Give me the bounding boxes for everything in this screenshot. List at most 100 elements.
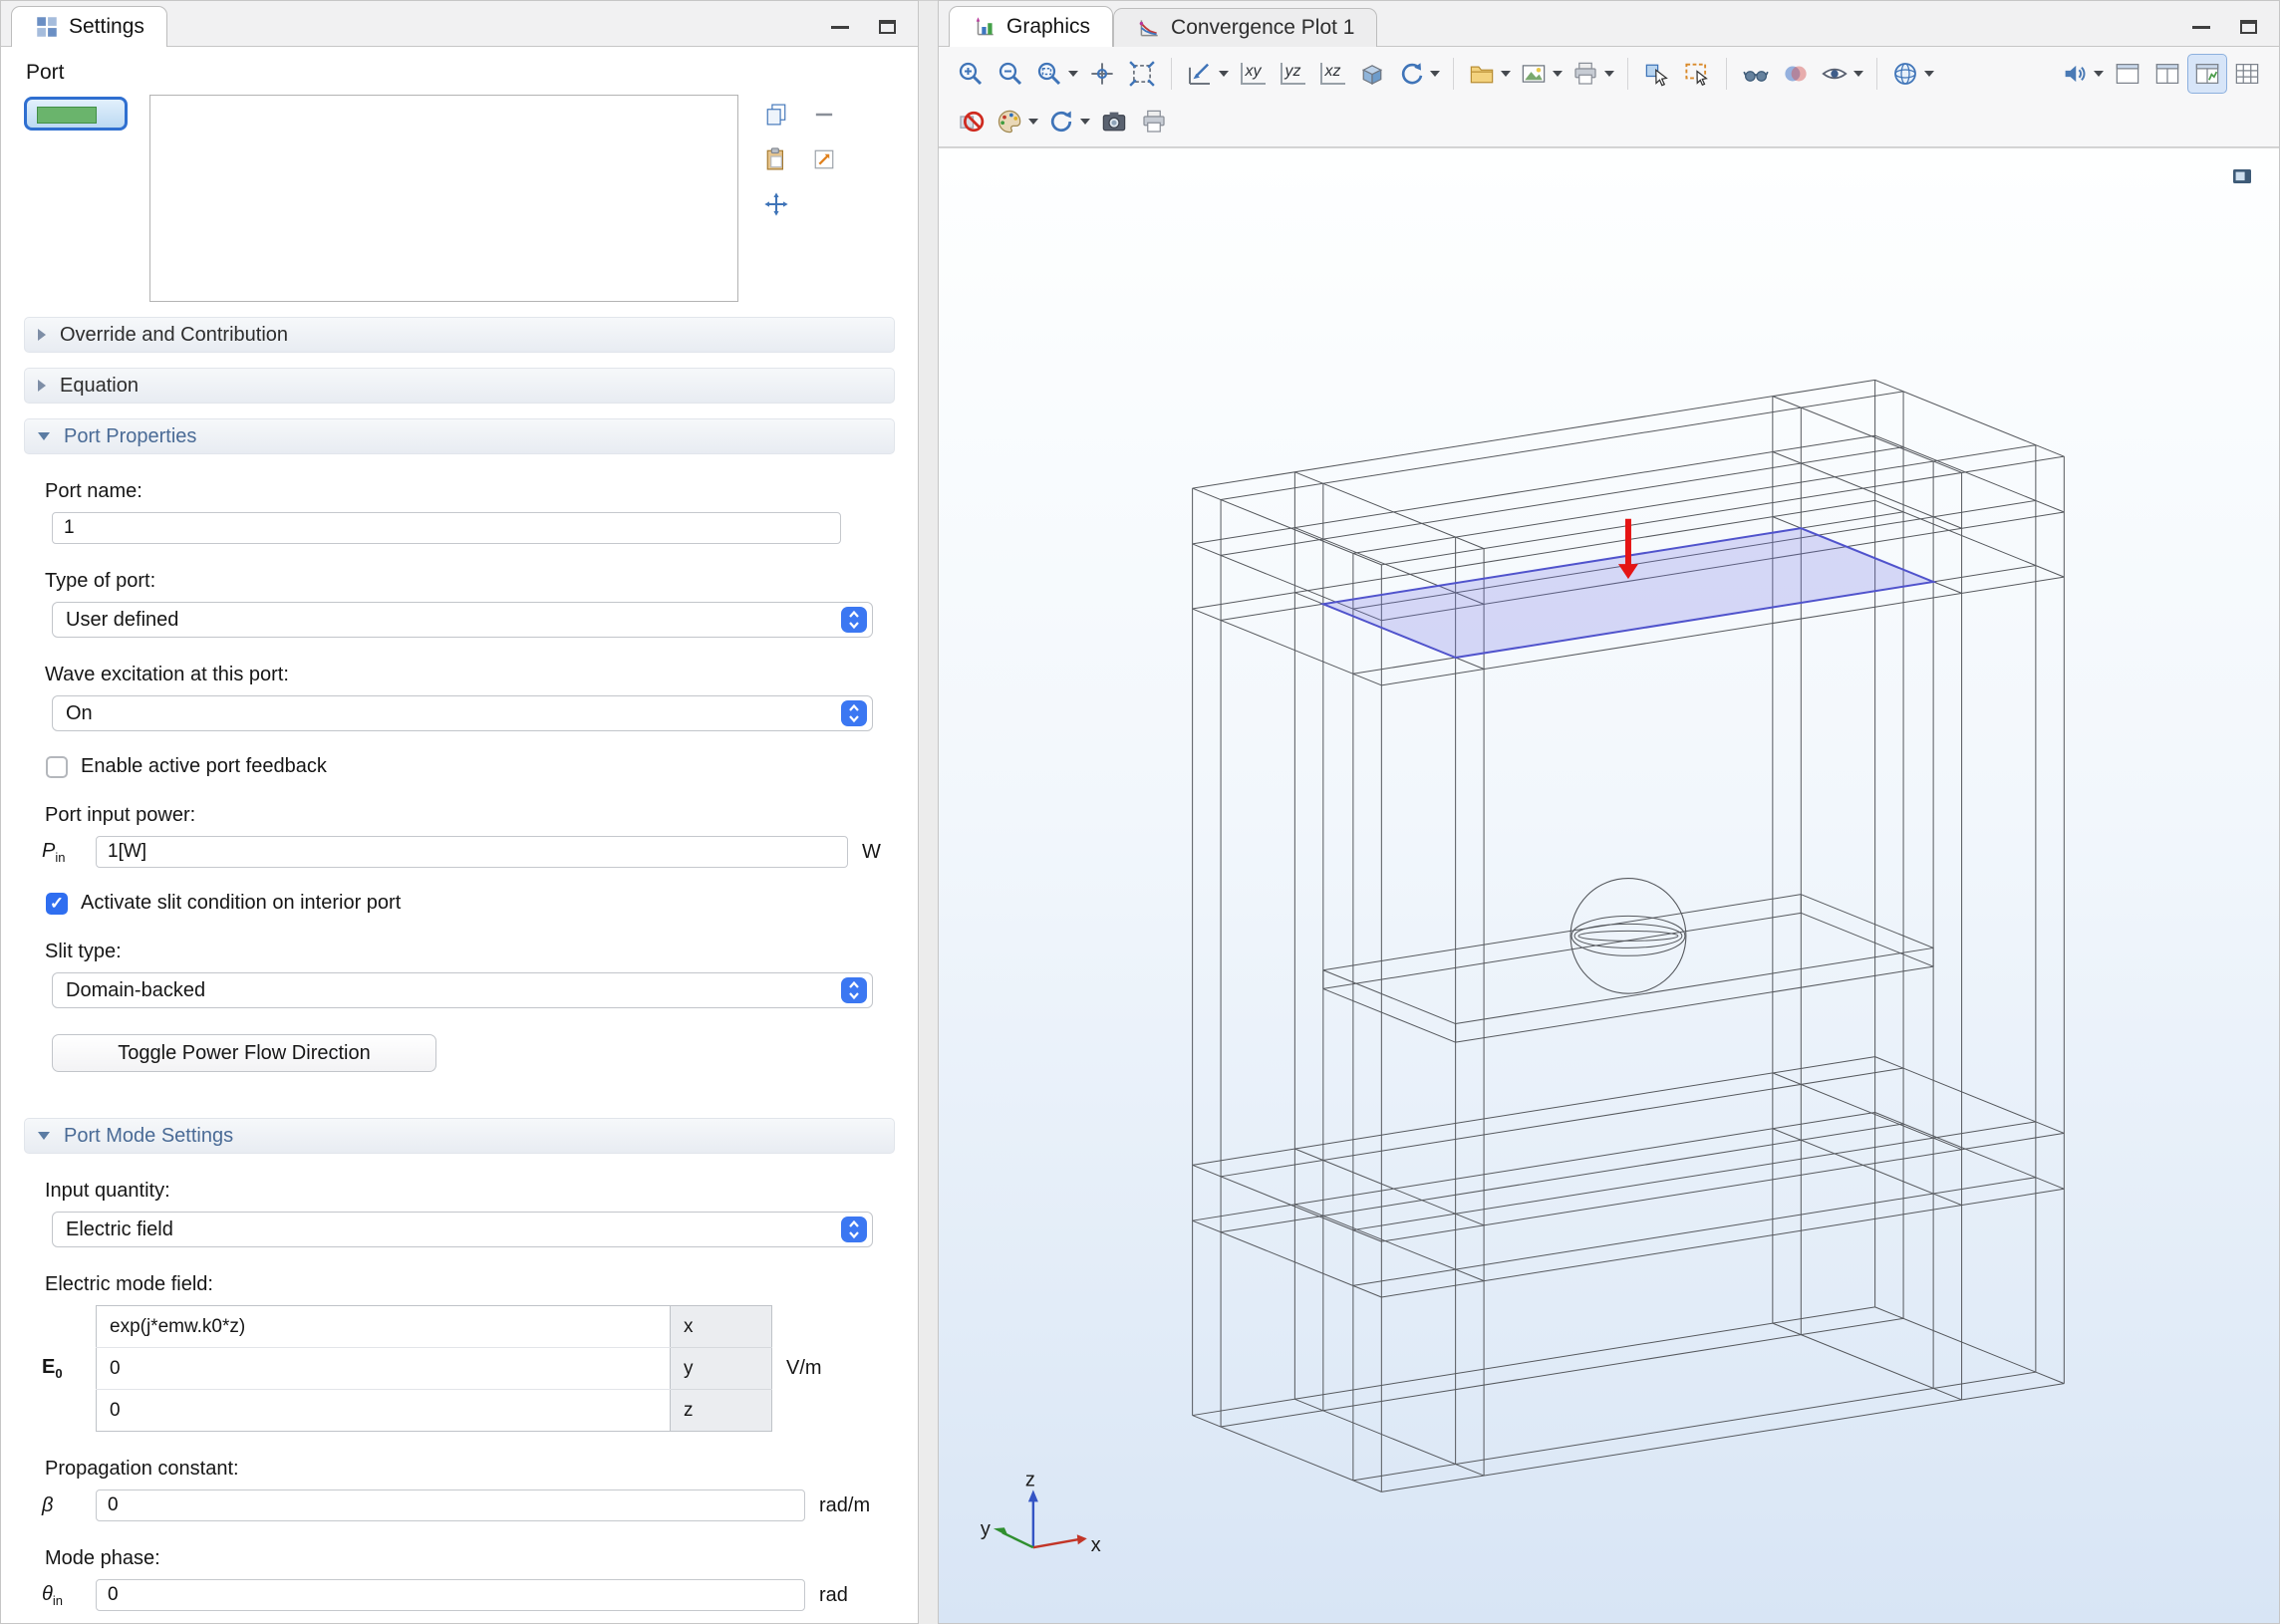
graphics-canvas[interactable]: zyx bbox=[939, 147, 2279, 1623]
port-name-input[interactable] bbox=[52, 512, 841, 544]
dropdown-caret-icon bbox=[1080, 119, 1090, 125]
zoom-box-button[interactable] bbox=[1030, 54, 1082, 94]
propagation-constant-input[interactable] bbox=[96, 1489, 805, 1521]
panel-divider[interactable] bbox=[919, 0, 938, 1624]
move-button[interactable] bbox=[752, 184, 800, 224]
view-xz-button[interactable]: xz bbox=[1312, 54, 1352, 94]
color-theme-button[interactable] bbox=[991, 102, 1042, 141]
scatterer-sphere[interactable] bbox=[1570, 879, 1686, 994]
wave-excitation-select[interactable]: On bbox=[52, 695, 873, 731]
port-input-power-symbol: Pin bbox=[42, 840, 82, 865]
layout-split-horizontal-button[interactable] bbox=[2147, 54, 2187, 94]
dropdown-caret-icon bbox=[1430, 71, 1440, 77]
enable-active-port-feedback-checkbox[interactable]: Enable active port feedback bbox=[46, 755, 885, 778]
port-input-power-input[interactable] bbox=[96, 836, 848, 868]
update-scene-button[interactable] bbox=[1042, 102, 1094, 141]
zoom-extents-icon bbox=[1127, 59, 1157, 89]
slit-type-select[interactable]: Domain-backed bbox=[52, 972, 873, 1008]
table-row[interactable]: 0 z bbox=[97, 1390, 772, 1432]
print-graphics-button[interactable] bbox=[1134, 102, 1174, 141]
scene-light-button[interactable] bbox=[1886, 54, 1938, 94]
view-hidden-button[interactable] bbox=[1816, 54, 1867, 94]
dropdown-caret-icon bbox=[1028, 119, 1038, 125]
activate-slit-condition-checkbox[interactable]: Activate slit condition on interior port bbox=[46, 892, 885, 915]
hide-objects-button[interactable] bbox=[1736, 54, 1776, 94]
section-port-properties[interactable]: Port Properties bbox=[24, 418, 895, 454]
section-equation[interactable]: Equation bbox=[24, 368, 895, 404]
layout-grid-button[interactable] bbox=[2227, 54, 2267, 94]
go-to-default-view-button[interactable] bbox=[1082, 54, 1122, 94]
zoom-out-button[interactable] bbox=[991, 54, 1030, 94]
remove-icon bbox=[810, 101, 838, 129]
view-hidden-icon bbox=[1820, 59, 1850, 89]
reset-hiding-button[interactable] bbox=[951, 102, 991, 141]
electric-mode-field-table[interactable]: exp(j*emw.k0*z) x 0 y 0 z bbox=[96, 1305, 772, 1432]
zoom-extents-button[interactable] bbox=[1122, 54, 1162, 94]
toolbar-separator bbox=[1627, 58, 1628, 90]
open-file-button[interactable] bbox=[1463, 54, 1515, 94]
type-of-port-select[interactable]: User defined bbox=[52, 602, 873, 638]
tab-settings[interactable]: Settings bbox=[11, 6, 167, 47]
type-of-port-value: User defined bbox=[66, 609, 178, 632]
maximize-button[interactable] bbox=[879, 20, 896, 34]
minimize-button[interactable] bbox=[2192, 26, 2210, 29]
port-properties-content: Port name: Type of port: User defined Wa… bbox=[24, 480, 895, 1076]
settings-body: Port Override and Contribution Equation … bbox=[1, 47, 918, 1615]
layout-single-button[interactable] bbox=[2108, 54, 2147, 94]
print-button[interactable] bbox=[1567, 54, 1618, 94]
electric-mode-field-label: Electric mode field: bbox=[45, 1273, 885, 1296]
mode-phase-input[interactable] bbox=[96, 1579, 805, 1611]
view-yz-button[interactable]: yz bbox=[1273, 54, 1312, 94]
view-xy-button[interactable]: xy bbox=[1233, 54, 1273, 94]
print-graphics-icon bbox=[1139, 107, 1169, 136]
view-xy-label: xy bbox=[1241, 63, 1266, 85]
graphics-tabstrip: Graphics Convergence Plot 1 bbox=[939, 1, 2279, 47]
settings-tabstrip: Settings bbox=[1, 1, 918, 47]
sound-button[interactable] bbox=[2056, 54, 2108, 94]
layout-split-vertical-button[interactable] bbox=[2187, 54, 2227, 94]
zoom-box-icon bbox=[1034, 59, 1064, 89]
selection-list[interactable] bbox=[149, 95, 738, 302]
plot-window-button[interactable] bbox=[2229, 162, 2261, 190]
orthographic-projection-button[interactable] bbox=[1352, 54, 1392, 94]
zoom-out-icon bbox=[996, 59, 1025, 89]
sound-icon bbox=[2060, 59, 2090, 89]
view-direction-button[interactable] bbox=[1181, 54, 1233, 94]
minimize-button[interactable] bbox=[831, 26, 849, 29]
mode-phase-label: Mode phase: bbox=[45, 1547, 885, 1570]
dropdown-caret-icon bbox=[1924, 71, 1934, 77]
snapshot-button[interactable] bbox=[1094, 102, 1134, 141]
table-row[interactable]: 0 y bbox=[97, 1348, 772, 1390]
section-port-mode-settings[interactable]: Port Mode Settings bbox=[24, 1118, 895, 1154]
remove-button[interactable] bbox=[800, 95, 848, 135]
edit-arrow-button[interactable] bbox=[800, 139, 848, 179]
section-override-and-contribution[interactable]: Override and Contribution bbox=[24, 317, 895, 353]
section-label: Port Properties bbox=[64, 425, 196, 448]
copy-button[interactable] bbox=[752, 95, 800, 135]
port-name-label: Port name: bbox=[45, 480, 885, 503]
table-row[interactable]: exp(j*emw.k0*z) x bbox=[97, 1306, 772, 1348]
paste-button[interactable] bbox=[752, 139, 800, 179]
graphics-scene-svg: zyx bbox=[939, 148, 2279, 1623]
toggle-power-flow-direction-button[interactable]: Toggle Power Flow Direction bbox=[52, 1034, 436, 1072]
select-objects-button[interactable] bbox=[1637, 54, 1677, 94]
toolbar-separator bbox=[1876, 58, 1877, 90]
input-quantity-select[interactable]: Electric field bbox=[52, 1212, 873, 1247]
scene-light-icon bbox=[1890, 59, 1920, 89]
maximize-button[interactable] bbox=[2240, 20, 2257, 34]
tab-convergence-plot[interactable]: Convergence Plot 1 bbox=[1113, 8, 1377, 47]
dropdown-caret-icon bbox=[1501, 71, 1511, 77]
feature-title: Port bbox=[26, 61, 895, 85]
box-select-button[interactable] bbox=[1677, 54, 1717, 94]
tab-graphics[interactable]: Graphics bbox=[949, 6, 1113, 47]
layout-split-horizontal-icon bbox=[2152, 59, 2182, 89]
reset-hiding-icon bbox=[956, 107, 986, 136]
rotate-view-icon bbox=[1396, 59, 1426, 89]
export-image-button[interactable] bbox=[1515, 54, 1567, 94]
zoom-in-button[interactable] bbox=[951, 54, 991, 94]
dropdown-caret-icon bbox=[1068, 71, 1078, 77]
section-label: Override and Contribution bbox=[60, 324, 288, 347]
transparency-button[interactable] bbox=[1776, 54, 1816, 94]
propagation-constant-label: Propagation constant: bbox=[45, 1458, 885, 1481]
rotate-view-button[interactable] bbox=[1392, 54, 1444, 94]
